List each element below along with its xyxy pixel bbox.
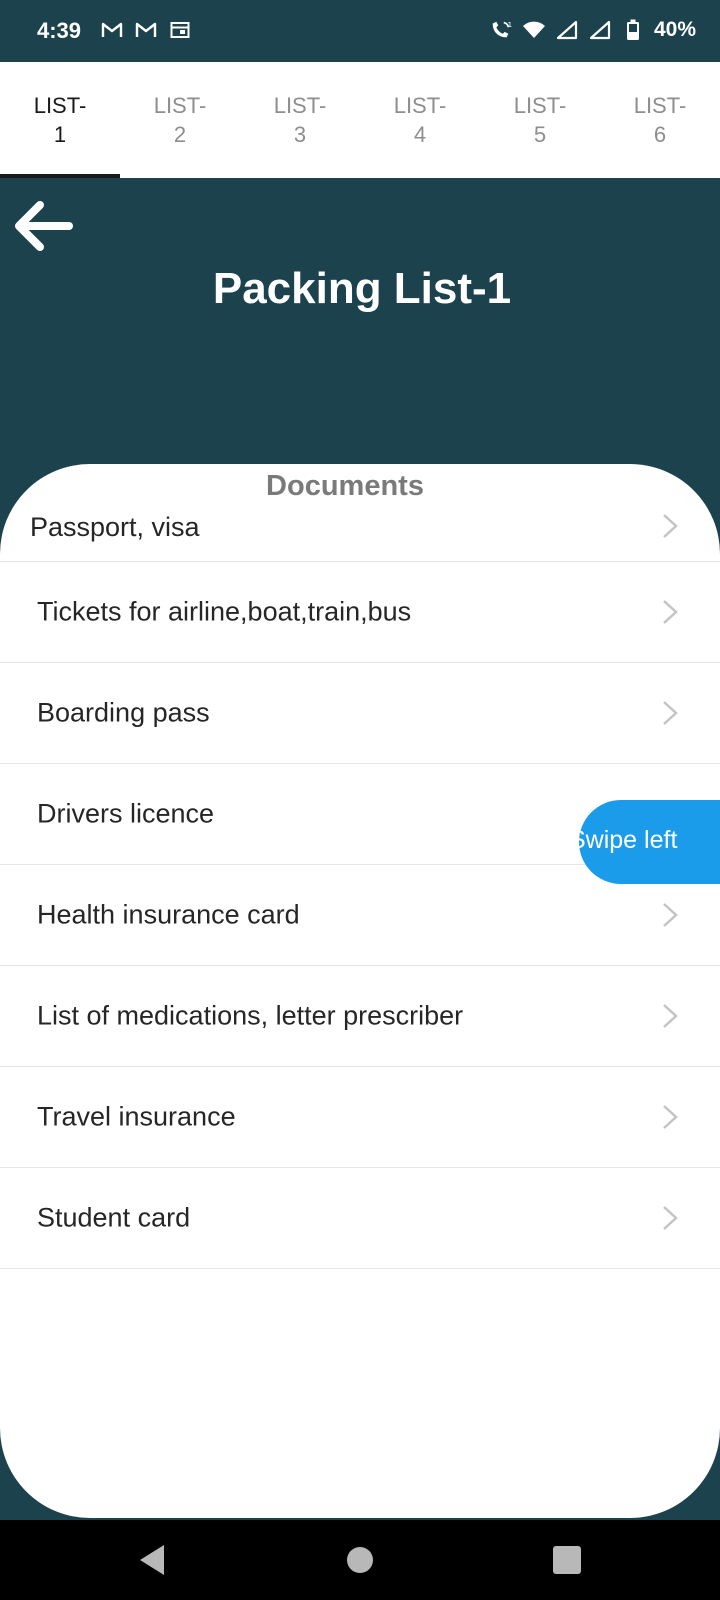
list-item[interactable]: Travel insurance [0,1067,720,1168]
home-circle-icon [347,1547,373,1573]
list-item[interactable]: Boarding pass [0,663,720,764]
wifi-calling-icon: 1 [489,20,513,40]
gmail-icon [134,20,158,40]
swipe-left-hint: Swipe left [579,800,720,884]
tab-list-3[interactable]: LIST-3 [240,62,360,178]
list-item[interactable]: List of medications, letter prescriber [0,966,720,1067]
tab-list-5[interactable]: LIST-5 [480,62,600,178]
gmail-icon [100,20,124,40]
recents-square-icon [553,1546,581,1574]
chevron-right-icon [663,1206,678,1230]
item-label: Boarding pass [37,697,210,728]
signal-icon [588,20,612,40]
battery-icon [621,19,645,40]
back-triangle-icon [140,1545,164,1575]
list-item[interactable]: Student card [0,1168,720,1269]
item-label: Student card [37,1202,191,1233]
item-label: Tickets for airline,boat,train,bus [37,596,412,627]
notification-icons [100,20,192,40]
chevron-right-icon [663,701,678,725]
tab-list-4[interactable]: LIST-4 [360,62,480,178]
list-item[interactable]: Tickets for airline,boat,train,bus [0,562,720,663]
item-label: List of medications, letter prescriber [37,1000,464,1031]
list-tabs: LIST-1 LIST-2 LIST-3 LIST-4 LIST-5 LIST-… [0,62,720,178]
status-bar: 4:39 1 40% [0,0,720,62]
chevron-right-icon [663,514,678,538]
svg-text:1: 1 [507,20,512,29]
chevron-right-icon [663,600,678,624]
tab-list-1[interactable]: LIST-1 [0,62,120,178]
swipe-hint-text: Swipe left [579,826,678,854]
status-time: 4:39 [37,18,82,43]
list-item[interactable]: Passport, visa [0,512,720,562]
chevron-right-icon [663,903,678,927]
chevron-right-icon [663,1105,678,1129]
battery-percentage: 40% [653,18,696,41]
page-title: Packing List-1 [212,264,512,313]
system-status-icons: 1 40% [489,18,696,42]
tab-list-2[interactable]: LIST-2 [120,62,240,178]
nav-back-button[interactable] [128,1536,176,1584]
chevron-right-icon [663,1004,678,1028]
calendar-icon [168,20,192,40]
tab-list-6[interactable]: LIST-6 [600,62,720,178]
item-label: Passport, visa [30,512,200,542]
item-list: Passport, visa Tickets for airline,boat,… [0,512,720,1269]
arrow-left-icon [15,201,73,251]
item-label: Health insurance card [37,899,300,930]
back-button[interactable] [10,196,76,256]
item-label: Travel insurance [37,1101,236,1132]
system-nav-bar [0,1520,720,1600]
signal-icon [555,20,579,40]
wifi-icon [522,20,546,40]
nav-recents-button[interactable] [543,1536,591,1584]
nav-home-button[interactable] [336,1536,384,1584]
item-label: Drivers licence [37,798,215,829]
packing-list-card: Documents Passport, visa Tickets for air… [0,464,720,1518]
section-title: Documents [266,470,424,502]
